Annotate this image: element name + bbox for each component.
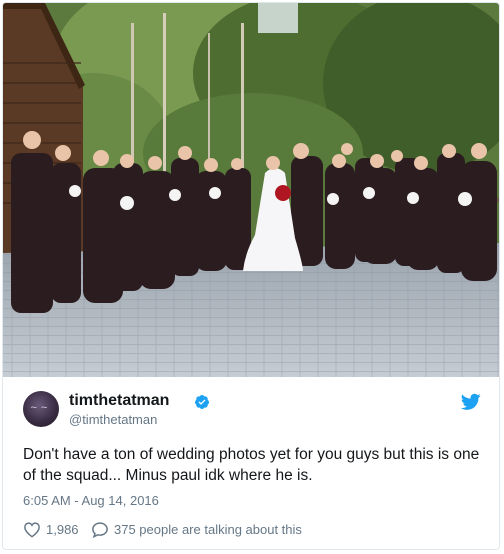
author-display-name[interactable]: timthetatman — [69, 392, 169, 410]
embedded-tweet-card: ~ ~ timthetatman @timthetatman Don't hav… — [2, 2, 500, 550]
talking-about-text: 375 people are talking about this — [114, 521, 302, 537]
author-avatar[interactable]: ~ ~ — [23, 391, 59, 427]
like-count: 1,986 — [46, 521, 79, 537]
tweet-photo-wedding-party[interactable] — [3, 3, 499, 377]
tweet-actions: 1,986 375 people are talking about this — [23, 520, 483, 540]
author-handle[interactable]: @timthetatman — [69, 412, 157, 427]
avatar-art: ~ ~ — [30, 403, 48, 413]
speech-bubble-icon — [92, 521, 108, 538]
tweet-author: ~ ~ timthetatman @timthetatman — [23, 391, 483, 431]
heart-icon — [24, 521, 40, 538]
conversation-action[interactable]: 375 people are talking about this — [91, 520, 302, 538]
tweet-timestamp[interactable]: 6:05 AM - Aug 14, 2016 — [23, 493, 159, 508]
twitter-bird-icon[interactable] — [461, 393, 481, 411]
tweet-body-text: Don't have a ton of wedding photos yet f… — [23, 446, 480, 484]
verified-badge-icon — [194, 395, 209, 409]
like-action[interactable]: 1,986 — [23, 520, 79, 538]
